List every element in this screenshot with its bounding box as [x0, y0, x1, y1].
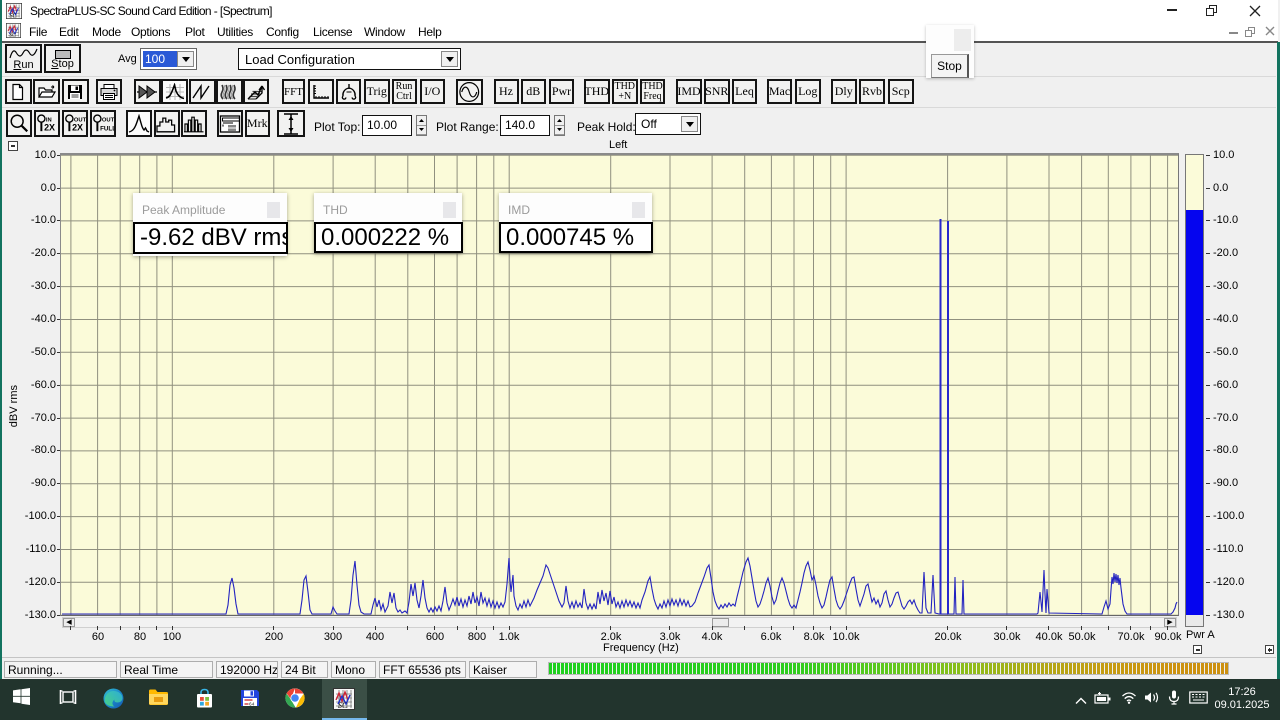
svg-text:SC: SC: [338, 701, 348, 710]
svg-text:64: 64: [249, 701, 255, 707]
svg-text:M: M: [222, 125, 224, 129]
svg-text:OUT: OUT: [102, 117, 114, 123]
svg-text:FULL: FULL: [100, 125, 113, 132]
svg-text:2X: 2X: [72, 122, 83, 132]
